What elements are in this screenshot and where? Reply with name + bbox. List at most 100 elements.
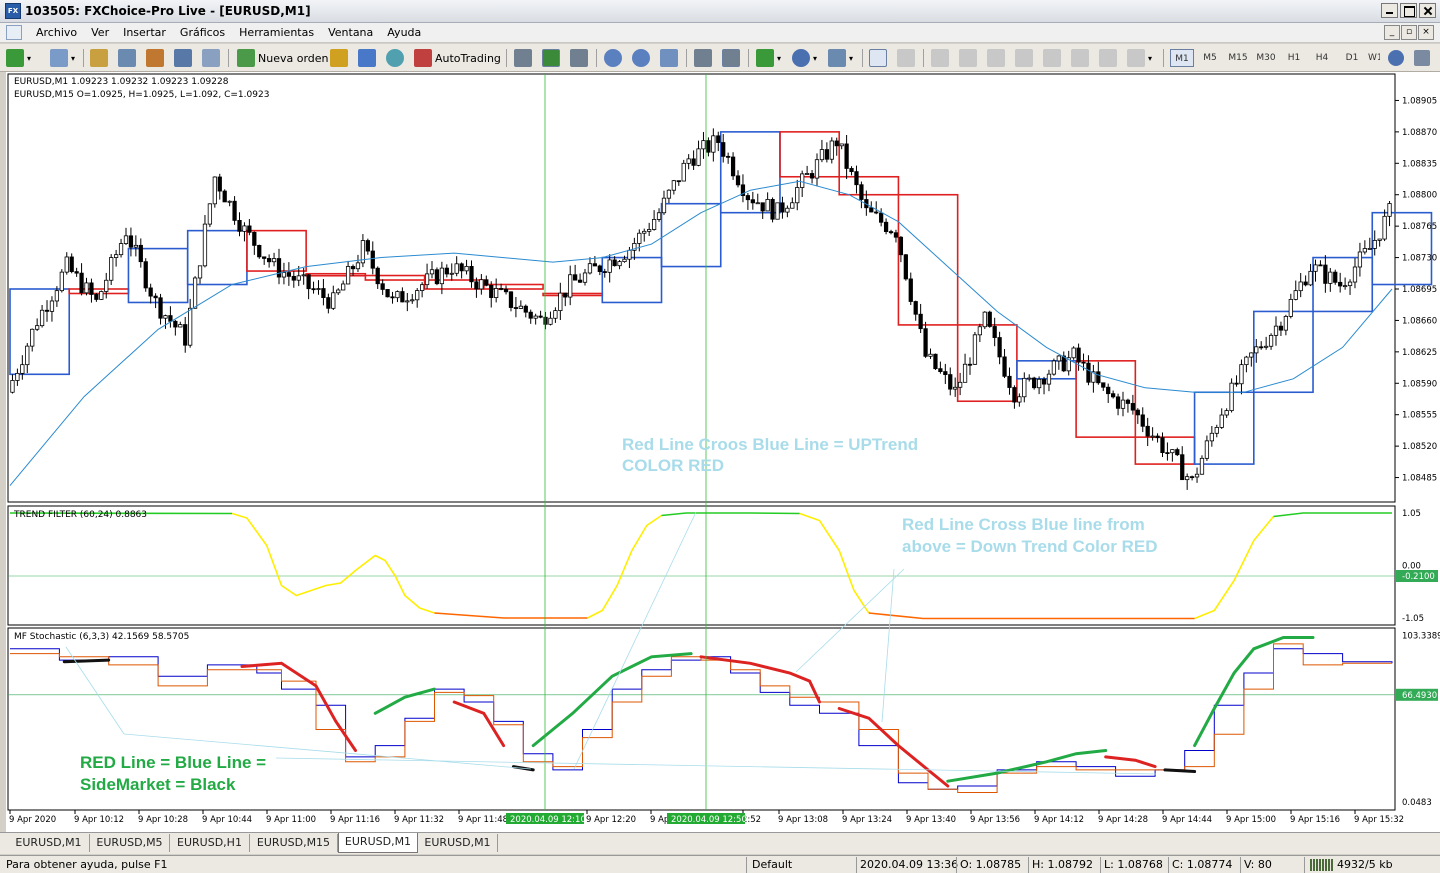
candle-body xyxy=(573,274,578,281)
menu-archivo[interactable]: Archivo xyxy=(29,26,84,39)
candle-body xyxy=(726,155,731,158)
settings-button[interactable] xyxy=(1414,48,1430,68)
vertical-line-button[interactable] xyxy=(931,48,949,68)
timeframe-m15[interactable]: M15 xyxy=(1226,49,1250,67)
candle-body xyxy=(163,315,168,319)
autotrading-button[interactable]: AutoTrading xyxy=(414,48,501,68)
candle-body xyxy=(1313,264,1318,272)
tile-windows-button[interactable] xyxy=(660,48,678,68)
child-restore-button[interactable]: ▫ xyxy=(1401,25,1417,40)
chart-tab[interactable]: EURUSD,M1 xyxy=(8,834,90,852)
bar-chart-button[interactable] xyxy=(514,48,532,68)
candle-body xyxy=(390,296,395,299)
navigator-button[interactable] xyxy=(146,48,164,68)
child-close-button[interactable]: × xyxy=(1418,25,1434,40)
menu-ventana[interactable]: Ventana xyxy=(321,26,380,39)
bar-chart-icon xyxy=(514,49,532,67)
close-button[interactable] xyxy=(1419,3,1436,18)
candle-body xyxy=(1135,409,1140,416)
crosshair-button[interactable] xyxy=(897,48,915,68)
candle-body xyxy=(25,345,30,366)
status-traffic: 4932/5 kb xyxy=(1337,858,1393,871)
candle-body xyxy=(775,202,780,220)
indicators-button[interactable]: ▾ xyxy=(756,48,781,68)
timeframe-h4[interactable]: H4 xyxy=(1310,49,1334,67)
autoscroll-button[interactable] xyxy=(694,48,712,68)
data-window-button[interactable] xyxy=(118,48,136,68)
trend-filter-panel[interactable] xyxy=(7,505,1396,626)
arrows-button[interactable]: ▾ xyxy=(1127,48,1152,68)
toolbar-separator xyxy=(506,49,507,67)
metaeditor-button[interactable] xyxy=(330,48,348,68)
timeframe-m5[interactable]: M5 xyxy=(1198,49,1222,67)
new-chart-button[interactable]: ▾ xyxy=(6,48,31,68)
candle-body xyxy=(306,274,311,290)
candle-body xyxy=(1338,281,1343,287)
candle-body xyxy=(622,258,627,263)
menu-ayuda[interactable]: Ayuda xyxy=(380,26,428,39)
menu-graficos[interactable]: Gráficos xyxy=(173,26,232,39)
candle-body xyxy=(1175,449,1180,456)
search-button[interactable] xyxy=(1388,48,1404,68)
new-order-button[interactable]: Nueva orden xyxy=(237,48,329,68)
trendline-button[interactable] xyxy=(987,48,1005,68)
candle-body xyxy=(1219,414,1224,428)
minimize-button[interactable] xyxy=(1381,3,1398,18)
timeframe-m1[interactable]: M1 xyxy=(1170,49,1194,67)
candlestick-button[interactable] xyxy=(542,48,560,68)
menu-ver[interactable]: Ver xyxy=(84,26,116,39)
periods-button[interactable]: ▾ xyxy=(792,48,817,68)
candle-body xyxy=(296,275,301,281)
candle-body xyxy=(291,275,296,281)
text-label-button[interactable] xyxy=(1099,48,1117,68)
menu-insertar[interactable]: Insertar xyxy=(116,26,173,39)
market-watch-button[interactable] xyxy=(90,48,108,68)
candle-body xyxy=(1032,377,1037,389)
candle-body xyxy=(1022,377,1027,398)
app-icon[interactable]: FX xyxy=(5,3,21,19)
menu-herramientas[interactable]: Herramientas xyxy=(232,26,321,39)
maximize-button[interactable] xyxy=(1400,3,1417,18)
timeframe-h1[interactable]: H1 xyxy=(1282,49,1306,67)
strategy-tester-button[interactable] xyxy=(202,48,220,68)
chart-shift-button[interactable] xyxy=(722,48,740,68)
cursor-button[interactable] xyxy=(869,48,887,68)
terminal-button[interactable] xyxy=(174,48,192,68)
timeframe-d1[interactable]: D1 xyxy=(1338,49,1366,67)
candle-body xyxy=(750,199,755,204)
stochastic-tick-label: 103.3389 xyxy=(1402,631,1440,641)
timeframe-w1[interactable]: W1 xyxy=(1368,49,1380,67)
line-chart-icon xyxy=(570,49,588,67)
line-chart-button[interactable] xyxy=(570,48,588,68)
chart-tab-active[interactable]: EURUSD,M1 xyxy=(338,833,418,853)
chart-tab[interactable]: EURUSD,M1 xyxy=(418,834,498,852)
candle-body xyxy=(301,274,306,277)
community-button[interactable] xyxy=(358,48,376,68)
candle-body xyxy=(1224,410,1229,416)
chart-tab[interactable]: EURUSD,H1 xyxy=(170,834,250,852)
timeframe-m30[interactable]: M30 xyxy=(1254,49,1278,67)
chart-area[interactable]: EURUSD,M1 1.09223 1.09232 1.09223 1.0922… xyxy=(6,72,1440,832)
horizontal-line-button[interactable] xyxy=(959,48,977,68)
price-tick-label: 1.08730 xyxy=(1402,254,1437,264)
candle-body xyxy=(637,232,642,244)
status-bar: Para obtener ayuda, pulse F1 Default 202… xyxy=(0,855,1440,873)
zoom-in-button[interactable] xyxy=(604,48,622,68)
templates-button[interactable]: ▾ xyxy=(828,48,853,68)
candle-body xyxy=(874,211,879,214)
fibonacci-button[interactable] xyxy=(1043,48,1061,68)
candle-body xyxy=(271,258,277,263)
profiles-button[interactable]: ▾ xyxy=(50,48,75,68)
chart-tab[interactable]: EURUSD,M5 xyxy=(90,834,170,852)
market-watch-icon xyxy=(90,49,108,67)
child-minimize-button[interactable]: _ xyxy=(1384,25,1400,40)
equidistant-channel-button[interactable] xyxy=(1015,48,1033,68)
chart-tab[interactable]: EURUSD,M15 xyxy=(250,834,338,852)
candle-body xyxy=(587,263,593,274)
candle-body xyxy=(1362,248,1367,253)
candle-body xyxy=(602,271,607,273)
zoom-out-button[interactable] xyxy=(632,48,650,68)
document-icon[interactable] xyxy=(6,25,22,40)
text-button[interactable] xyxy=(1071,48,1089,68)
signals-button[interactable] xyxy=(386,48,404,68)
